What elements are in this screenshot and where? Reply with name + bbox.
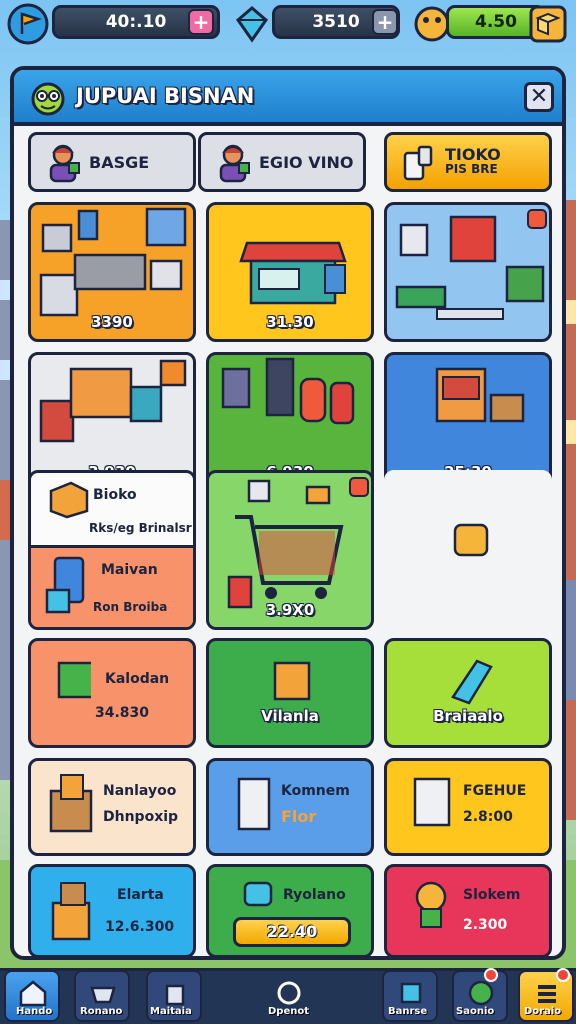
shop-icon bbox=[90, 986, 116, 1004]
card-subtitle: Flor bbox=[281, 807, 317, 826]
tab-egio-vino[interactable]: EGIO VINO bbox=[198, 132, 366, 192]
card-title: Braiaalo bbox=[433, 707, 503, 725]
card-title-2: Maivan bbox=[101, 562, 158, 578]
cabinet-icon bbox=[413, 777, 451, 827]
card-value: 2.8:00 bbox=[463, 809, 513, 825]
card-value: 3390 bbox=[91, 313, 133, 331]
close-button[interactable]: ✕ bbox=[524, 82, 554, 112]
business-card-2[interactable]: 31.30 bbox=[206, 202, 374, 342]
business-card-13[interactable]: Nanlayoo Dhnpoxip bbox=[28, 758, 196, 856]
character-icon bbox=[415, 881, 447, 928]
wooden-crate-icon bbox=[49, 774, 93, 833]
business-panel: JUPUAI BISNAN ✕ BASGE EGIO VINO TIOKO PI… bbox=[10, 66, 566, 960]
business-card-7[interactable]: Bioko Rks/eg Brinalsr Maivan Ron Broiba bbox=[28, 470, 196, 630]
stacked-boxes-icon bbox=[51, 882, 91, 941]
box-icon bbox=[400, 982, 422, 1004]
tab-tioko[interactable]: TIOKO PIS BRE bbox=[384, 132, 552, 192]
globe-icon bbox=[468, 980, 494, 1006]
nav-globe-label: Saonio bbox=[456, 1006, 495, 1017]
card-title: Elarta bbox=[117, 887, 164, 903]
panel-header: JUPUAI BISNAN ✕ bbox=[14, 70, 562, 126]
panel-title: JUPUAI BISNAN bbox=[76, 84, 255, 108]
nav-box-label: Banrse bbox=[388, 1006, 428, 1017]
nav-menu-label: Doraio bbox=[524, 1006, 562, 1017]
card-value: 2.300 bbox=[463, 917, 508, 933]
business-card-15[interactable]: FGEHUE 2.8:00 bbox=[384, 758, 552, 856]
new-badge-icon bbox=[349, 477, 369, 497]
business-card-12[interactable]: Braiaalo bbox=[384, 638, 552, 748]
card-title: Vilanla bbox=[261, 707, 319, 725]
fridge-icon bbox=[237, 777, 271, 831]
business-card-1[interactable]: 3390 bbox=[28, 202, 196, 342]
business-card-17[interactable]: Ryolano 22.40 bbox=[206, 864, 374, 956]
notification-dot bbox=[484, 968, 498, 982]
business-card-14[interactable]: Komnem Flor bbox=[206, 758, 374, 856]
card-value: 34.830 bbox=[95, 705, 150, 721]
card-title: Nanlayoo bbox=[103, 783, 177, 799]
gold-bar-icon[interactable] bbox=[528, 4, 568, 44]
tab-basge-label: BASGE bbox=[89, 152, 150, 172]
tab-tioko-label: TIOKO bbox=[445, 145, 501, 164]
currency-gem-text: 3510 bbox=[312, 12, 360, 32]
business-card-3[interactable] bbox=[384, 202, 552, 342]
add-currency-button[interactable]: + bbox=[188, 9, 214, 35]
nav-search-label: Dpenot bbox=[268, 1006, 310, 1017]
card-title: Ryolano bbox=[283, 887, 346, 903]
currency-flag-text: 40:.10 bbox=[105, 12, 167, 32]
tab-tioko-sublabel: PIS BRE bbox=[445, 162, 498, 176]
business-card-9[interactable] bbox=[384, 470, 552, 630]
shopkeeper-icon bbox=[49, 144, 80, 183]
menu-icon bbox=[538, 985, 556, 1003]
mascot-icon bbox=[31, 82, 65, 116]
storage-icon bbox=[403, 145, 433, 181]
home-icon bbox=[19, 980, 47, 1007]
card-title: Slokem bbox=[463, 887, 521, 903]
card-subsection: Maivan Ron Broiba bbox=[31, 545, 193, 627]
package-icon bbox=[273, 661, 311, 701]
card-value: 31.30 bbox=[266, 313, 314, 331]
card-subtitle-2: Ron Broiba bbox=[93, 600, 168, 614]
business-card-8[interactable]: 3.9X0 bbox=[206, 470, 374, 630]
card-title: Komnem bbox=[281, 783, 350, 799]
card-value: 3.9X0 bbox=[265, 601, 315, 619]
currency-bar: 40:.10 + 3510 + 4.50 bbox=[0, 0, 576, 50]
tab-egio-vino-label: EGIO VINO bbox=[259, 152, 354, 172]
flag-icon bbox=[7, 3, 49, 45]
drum-icon bbox=[453, 523, 489, 557]
card-value-pill: 22.40 bbox=[233, 917, 351, 947]
category-tabs: BASGE EGIO VINO TIOKO PIS BRE bbox=[28, 132, 554, 194]
card-title: Kalodan bbox=[105, 671, 170, 687]
nav-trash-label: Maitaia bbox=[150, 1006, 192, 1017]
phone-icon bbox=[45, 556, 85, 614]
jar-icon bbox=[243, 881, 273, 907]
business-card-10[interactable]: Kalodan 34.830 bbox=[28, 638, 196, 748]
currency-gold-text: 4.50 bbox=[475, 12, 517, 32]
business-card-18[interactable]: Slokem 2.300 bbox=[384, 864, 552, 956]
tab-basge[interactable]: BASGE bbox=[28, 132, 196, 192]
tag-icon bbox=[451, 659, 493, 705]
business-card-11[interactable]: Vilanla bbox=[206, 638, 374, 748]
notification-dot bbox=[556, 968, 570, 982]
card-subtitle: Rks/eg Brinalsr bbox=[89, 521, 192, 535]
shopkeeper-icon bbox=[219, 144, 250, 183]
add-gem-button[interactable]: + bbox=[372, 9, 398, 35]
green-box-icon bbox=[57, 661, 91, 699]
card-title: FGEHUE bbox=[463, 783, 527, 799]
search-icon bbox=[277, 981, 301, 1005]
trash-icon bbox=[165, 984, 185, 1006]
business-card-16[interactable]: Elarta 12.6.300 bbox=[28, 864, 196, 956]
new-badge-icon bbox=[527, 209, 547, 229]
nav-home-label: Hando bbox=[16, 1006, 53, 1017]
card-value: 12.6.300 bbox=[105, 919, 175, 935]
card-title: Bioko bbox=[93, 487, 137, 503]
card-subtitle: Dhnpoxip bbox=[103, 809, 179, 825]
nav-shop-label: Ronano bbox=[80, 1006, 123, 1017]
blue-gem-icon bbox=[235, 6, 269, 43]
